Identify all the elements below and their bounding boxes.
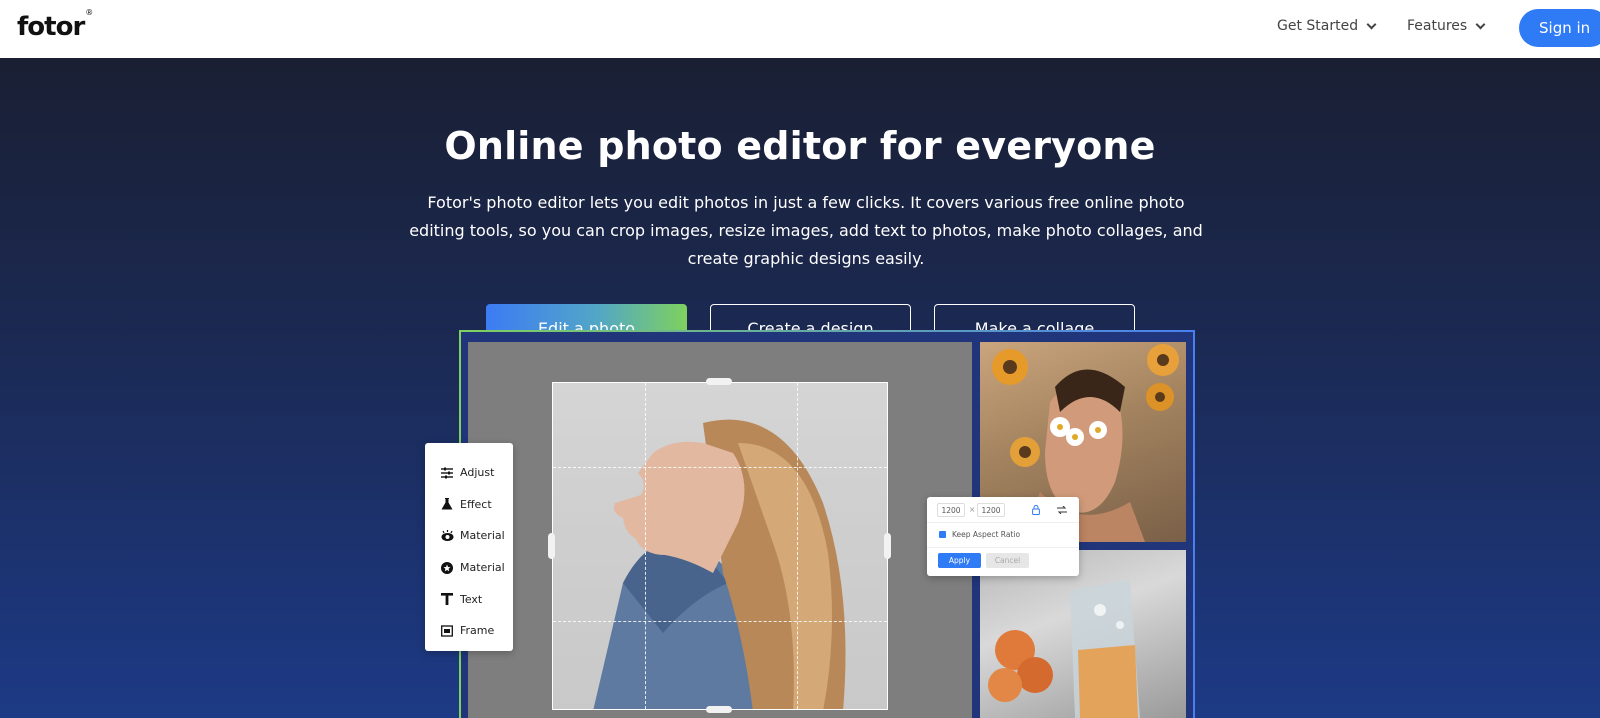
- nav-get-started-label: Get Started: [1277, 18, 1359, 34]
- resize-panel: 1200 × 1200 Keep Aspect Ratio Apply Canc…: [927, 497, 1079, 576]
- circle-badge-icon: [440, 561, 454, 575]
- eye-icon: [440, 529, 454, 543]
- tool-adjust-label: Adjust: [460, 466, 495, 480]
- crop-handle-top[interactable]: [706, 378, 732, 385]
- apply-button[interactable]: Apply: [938, 553, 981, 568]
- tool-text-label: Text: [460, 592, 483, 606]
- crop-guide-horizontal: [553, 621, 887, 622]
- tool-effect[interactable]: Effect: [425, 489, 513, 521]
- tool-frame-label: Frame: [460, 624, 495, 638]
- cancel-button[interactable]: Cancel: [986, 553, 1029, 568]
- crop-handle-right[interactable]: [884, 533, 891, 559]
- nav-get-started[interactable]: Get Started: [1277, 18, 1377, 34]
- chevron-down-icon: [1366, 19, 1377, 29]
- hero-title: Online photo editor for everyone: [444, 124, 1156, 168]
- tool-material[interactable]: Material: [425, 520, 513, 552]
- tool-text[interactable]: Text: [425, 583, 513, 615]
- keep-aspect-ratio-checkbox[interactable]: Keep Aspect Ratio: [939, 530, 1020, 539]
- lock-icon[interactable]: [1023, 502, 1049, 518]
- chevron-down-icon: [1475, 19, 1486, 29]
- checkbox-checked-icon: [939, 531, 946, 538]
- crop-guide-horizontal: [553, 467, 887, 468]
- frame-icon: [440, 624, 454, 638]
- sign-in-button[interactable]: Sign in: [1519, 9, 1600, 47]
- editor-tools-panel: Adjust Effect Material Material Text Fra…: [425, 443, 513, 651]
- top-header: fotor® Get Started Features Sign in: [0, 0, 1600, 58]
- tool-material-label: Material: [460, 529, 505, 543]
- tool-material-sticker[interactable]: Material: [425, 552, 513, 584]
- keep-aspect-ratio-label: Keep Aspect Ratio: [952, 530, 1021, 539]
- logo-registered-mark: ®: [85, 8, 93, 18]
- fotor-logo[interactable]: fotor®: [17, 8, 93, 42]
- tool-adjust[interactable]: Adjust: [425, 457, 513, 489]
- sliders-icon: [440, 466, 454, 480]
- swap-icon[interactable]: [1051, 502, 1073, 518]
- dimension-separator: ×: [969, 505, 976, 514]
- hero-description: Fotor's photo editor lets you edit photo…: [409, 193, 1203, 268]
- width-input[interactable]: 1200: [937, 503, 965, 517]
- text-icon: [440, 592, 454, 606]
- crop-photo: [552, 382, 888, 710]
- portrait-illustration: [593, 419, 846, 709]
- divider: [927, 522, 1079, 523]
- tool-material-sticker-label: Material: [460, 561, 505, 575]
- divider: [927, 547, 1079, 548]
- nav-features[interactable]: Features: [1407, 18, 1486, 34]
- logo-text: fotor: [17, 12, 85, 42]
- tool-effect-label: Effect: [460, 497, 492, 511]
- nav-features-label: Features: [1407, 18, 1468, 34]
- crop-handle-left[interactable]: [548, 533, 555, 559]
- crop-guide-vertical: [645, 383, 646, 709]
- crop-handle-bottom[interactable]: [706, 706, 732, 713]
- crop-guide-vertical: [797, 383, 798, 709]
- tool-frame[interactable]: Frame: [425, 615, 513, 647]
- height-input[interactable]: 1200: [977, 503, 1005, 517]
- flask-icon: [440, 497, 454, 511]
